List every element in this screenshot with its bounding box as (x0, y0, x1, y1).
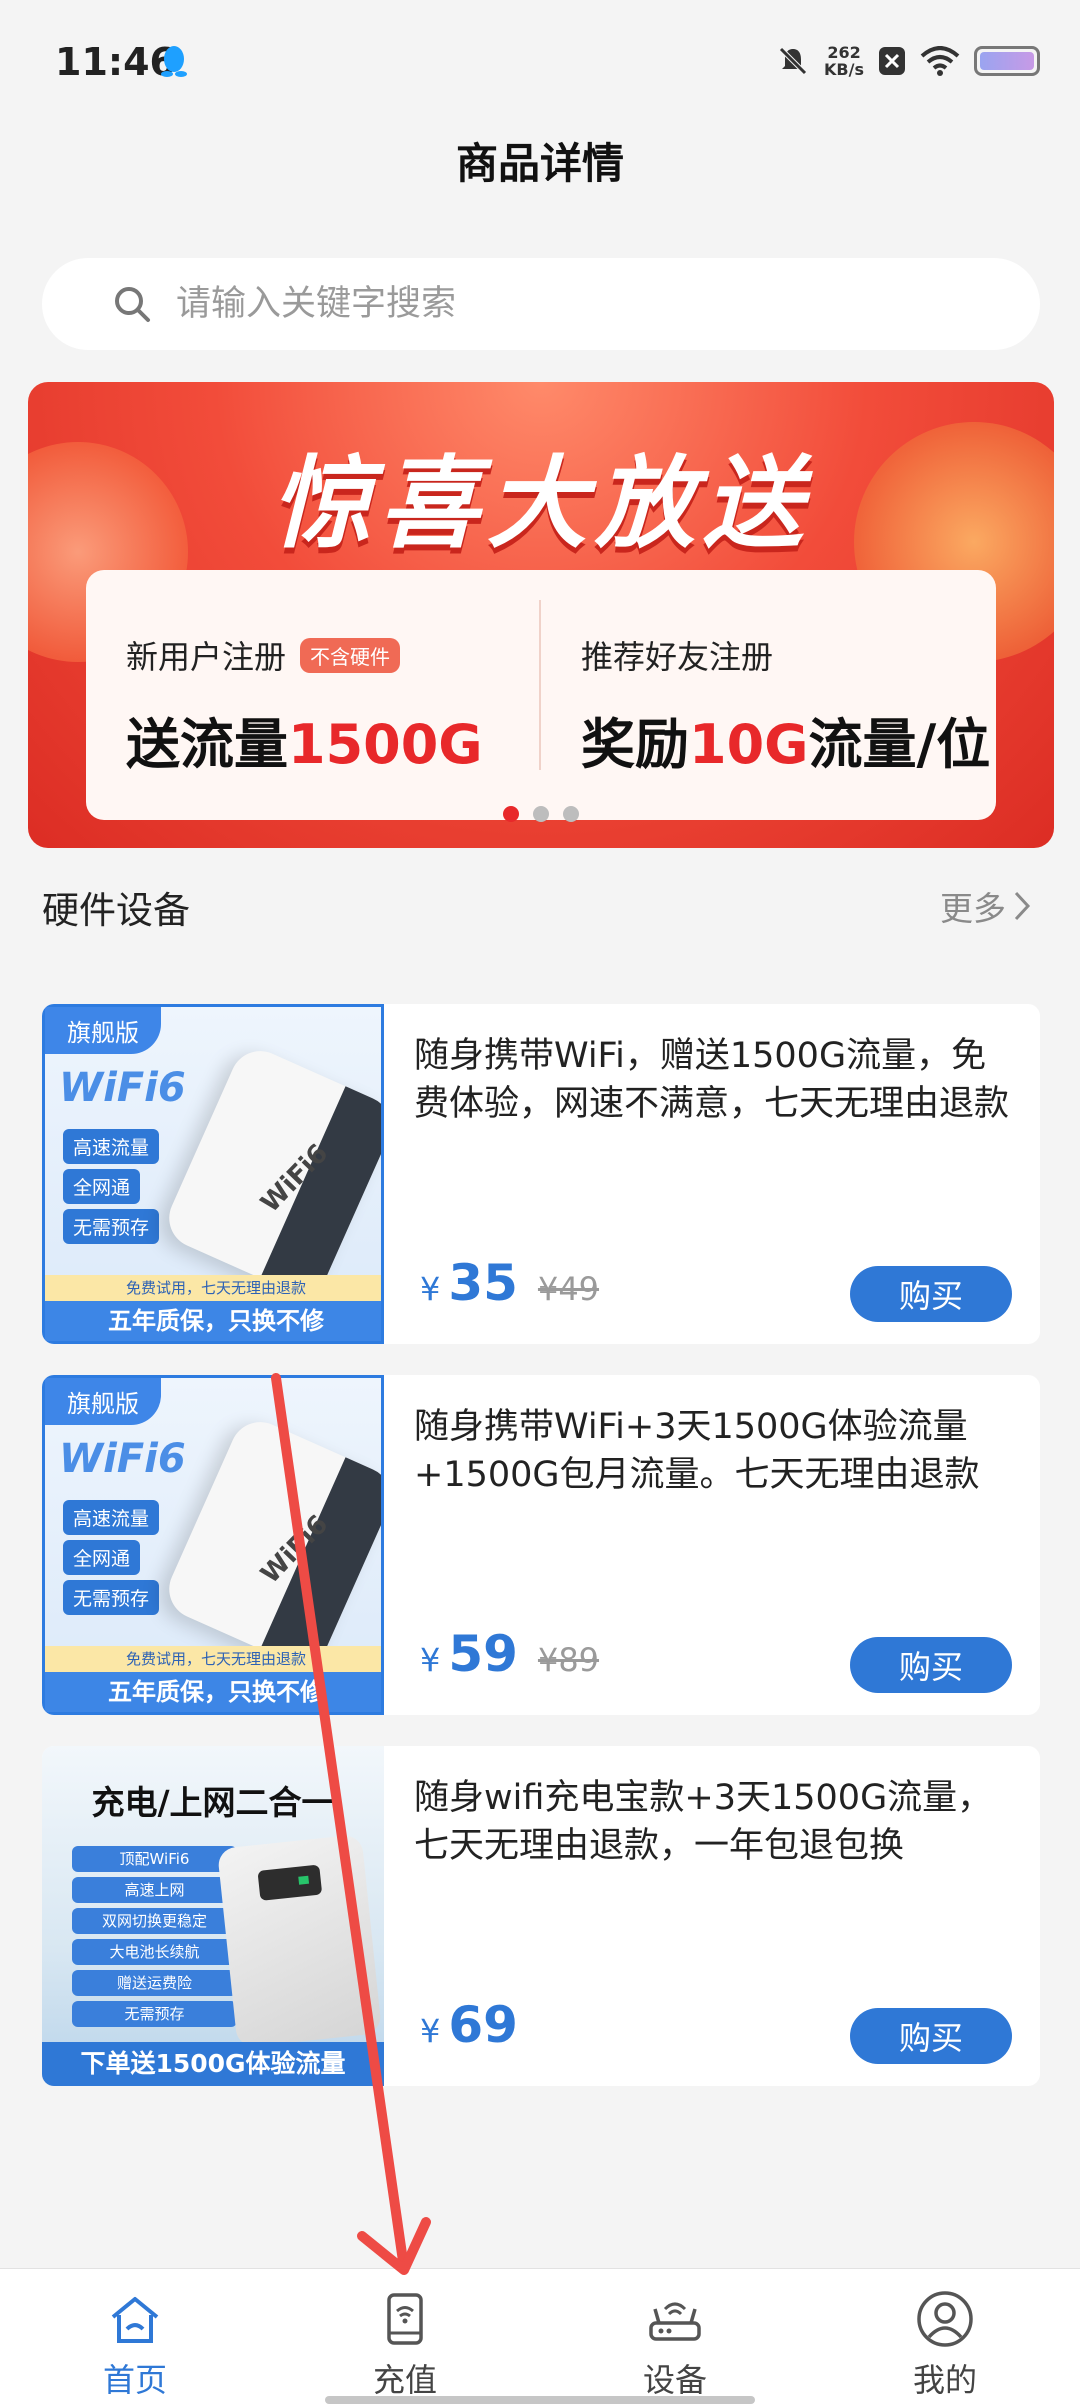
product-image[interactable]: 旗舰版 WiFi6 高速流量 全网通 无需预存 WiFi6 免费试用，七天无理由… (42, 1004, 384, 1344)
carousel-dot[interactable] (503, 806, 519, 822)
tab-devices[interactable]: 设备 (540, 2269, 810, 2408)
banner-headline: 惊喜大放送 (271, 445, 811, 562)
currency-symbol: ¥ (420, 1270, 441, 1308)
tab-recharge[interactable]: 充值 (270, 2269, 540, 2408)
more-link[interactable]: 更多 (940, 882, 1032, 930)
battery-icon (974, 46, 1040, 76)
more-label: 更多 (940, 889, 1006, 928)
product-price: ¥ 59 ¥89 (420, 1625, 599, 1683)
home-icon (111, 2297, 159, 2343)
trial-strip: 免费试用，七天无理由退款 (45, 1275, 381, 1301)
product-card[interactable]: 旗舰版 WiFi6 高速流量 全网通 无需预存 WiFi6 免费试用，七天无理由… (42, 1375, 1040, 1715)
banner-divider (539, 600, 541, 770)
search-input[interactable] (176, 284, 976, 324)
product-image[interactable]: 旗舰版 WiFi6 高速流量 全网通 无需预存 WiFi6 免费试用，七天无理由… (42, 1375, 384, 1715)
power-bank-image (216, 1833, 383, 2049)
buy-button[interactable]: 购买 (850, 1637, 1012, 1693)
product-price: ¥ 35 ¥49 (420, 1254, 599, 1312)
warranty-strip: 五年质保，只换不修 (45, 1301, 381, 1341)
promo-referral-text: 奖励 (581, 713, 689, 776)
product-description[interactable]: 随身携带WiFi，赠送1500G流量，免费体验，网速不满意，七天无理由退款 (414, 1032, 1014, 1128)
wifi-device-image: WiFi6 (159, 1412, 381, 1674)
promo-new-user: 新用户注册 不含硬件 送流量1500G (126, 632, 483, 779)
tab-label: 我的 (912, 2361, 977, 2399)
tab-profile[interactable]: 我的 (810, 2269, 1080, 2408)
product-card[interactable]: 旗舰版 WiFi6 高速流量 全网通 无需预存 WiFi6 免费试用，七天无理由… (42, 1004, 1040, 1344)
promo-referral: 推荐好友注册 奖励10G流量/位 (581, 632, 990, 779)
tab-label: 充值 (372, 2361, 437, 2399)
mute-bell-icon (779, 47, 807, 75)
recharge-icon (387, 2293, 423, 2345)
no-sim-icon (879, 47, 905, 75)
price-value: 59 (448, 1625, 518, 1683)
feature-pill: 全网通 (63, 1540, 141, 1575)
promo-new-user-amount: 1500G (288, 713, 483, 776)
feature-pill: 大电池长续航 (72, 1939, 237, 1965)
carousel-dot[interactable] (533, 806, 549, 822)
product-description[interactable]: 随身wifi充电宝款+3天1500G流量，七天无理由退款，一年包退包换 (414, 1774, 1014, 1870)
feature-pill: 双网切换更稳定 (72, 1908, 237, 1934)
carousel-indicator (28, 806, 1054, 822)
feature-pill: 赠送运费险 (72, 1970, 237, 1996)
carousel-dot[interactable] (563, 806, 579, 822)
feature-pill: 无需预存 (63, 1209, 160, 1244)
original-price: ¥89 (537, 1641, 600, 1679)
price-value: 69 (448, 1996, 518, 2054)
original-price: ¥49 (537, 1270, 600, 1308)
price-value: 35 (448, 1254, 518, 1312)
product-card[interactable]: 充电/上网二合一 顶配WiFi6 高速上网 双网切换更稳定 大电池长续航 赠送运… (42, 1746, 1040, 2086)
wifi-device-image: WiFi6 (159, 1041, 381, 1303)
product-price: ¥ 69 (420, 1996, 518, 2054)
feature-pill: 顶配WiFi6 (72, 1846, 237, 1872)
tab-label: 设备 (642, 2361, 707, 2399)
currency-symbol: ¥ (420, 1641, 441, 1679)
status-icons: 262 KB/s (776, 36, 1040, 86)
promo-referral-suffix: 流量/位 (808, 713, 991, 776)
home-indicator[interactable] (325, 2396, 755, 2404)
section-title: 硬件设备 (42, 889, 190, 932)
warranty-strip: 五年质保，只换不修 (45, 1672, 381, 1712)
qq-icon (161, 46, 187, 77)
promo-new-user-text: 送流量 (126, 713, 288, 776)
promo-banner[interactable]: 惊喜大放送 新用户注册 不含硬件 送流量1500G 推荐好友注册 奖励10G流量… (28, 382, 1054, 848)
power-bank-title: 充电/上网二合一 (91, 1783, 335, 1822)
profile-icon (917, 2291, 973, 2347)
feature-pill: 全网通 (63, 1169, 141, 1204)
feature-pill: 高速流量 (63, 1129, 160, 1164)
promo-referral-amount: 10G (689, 713, 809, 776)
status-time: 11:46 (55, 40, 176, 84)
product-image[interactable]: 充电/上网二合一 顶配WiFi6 高速上网 双网切换更稳定 大电池长续航 赠送运… (42, 1746, 384, 2086)
gift-strip: 下单送1500G体验流量 (42, 2042, 384, 2086)
status-bar: 11:46 262 KB/s (0, 0, 1080, 120)
tab-label: 首页 (102, 2361, 167, 2399)
router-icon (649, 2302, 701, 2341)
buy-button[interactable]: 购买 (850, 2008, 1012, 2064)
page-title: 商品详情 (455, 139, 624, 188)
product-description[interactable]: 随身携带WiFi+3天1500G体验流量+1500G包月流量。七天无理由退款 (414, 1403, 1014, 1499)
net-speed: 262 KB/s (824, 44, 864, 78)
wifi6-logo: WiFi6 (59, 1436, 186, 1482)
search-bar[interactable] (42, 258, 1040, 350)
net-speed-value: 262 (827, 43, 861, 62)
chevron-right-icon (1014, 891, 1031, 921)
feature-pill: 无需预存 (72, 2001, 237, 2027)
promo-tag: 不含硬件 (300, 637, 401, 673)
promo-new-user-label: 新用户注册 (126, 638, 287, 676)
net-speed-unit: KB/s (824, 60, 864, 79)
feature-pill: 无需预存 (63, 1580, 160, 1615)
banner-card: 新用户注册 不含硬件 送流量1500G 推荐好友注册 奖励10G流量/位 (86, 570, 996, 820)
feature-pill: 高速上网 (72, 1877, 237, 1903)
tab-home[interactable]: 首页 (0, 2269, 270, 2408)
buy-button[interactable]: 购买 (850, 1266, 1012, 1322)
product-flag: 旗舰版 (45, 1378, 161, 1425)
product-flag: 旗舰版 (45, 1007, 161, 1054)
bottom-tab-bar: 首页 充值 设备 我的 (0, 2268, 1080, 2408)
wifi-icon (920, 46, 960, 76)
search-icon (115, 287, 150, 322)
trial-strip: 免费试用，七天无理由退款 (45, 1646, 381, 1672)
wifi6-logo: WiFi6 (59, 1065, 186, 1111)
currency-symbol: ¥ (420, 2012, 441, 2050)
feature-pill: 高速流量 (63, 1500, 160, 1535)
promo-referral-label: 推荐好友注册 (581, 638, 774, 676)
